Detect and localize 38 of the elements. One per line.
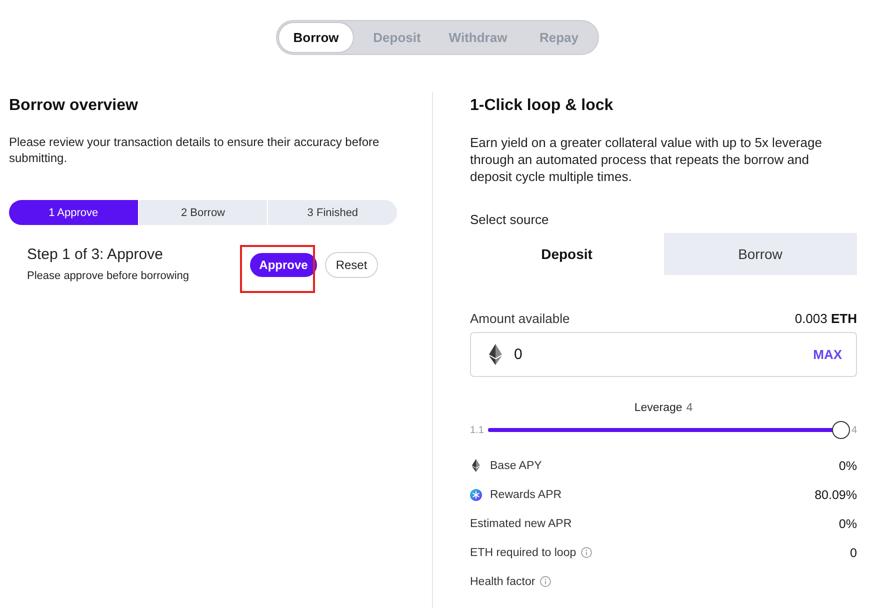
- stepper-step: 3 Finished: [267, 200, 397, 225]
- slider-min-label: 1.1: [470, 424, 484, 436]
- ethereum-icon: [472, 459, 480, 472]
- available-balance: 0.003 ETH: [794, 312, 857, 326]
- stepper-step: 2 Borrow: [138, 200, 268, 225]
- field-label: Select source: [470, 213, 550, 227]
- slider-thumb[interactable]: [832, 421, 850, 439]
- stat-label: Health factor: [470, 576, 536, 588]
- input-value: 0: [514, 346, 522, 363]
- step-hint: Please approve before borrowing: [27, 269, 190, 283]
- stat-value: 80.09%: [814, 488, 857, 502]
- max-button[interactable]: MAX: [813, 347, 842, 362]
- source-option[interactable]: Borrow: [664, 233, 857, 275]
- amount-input[interactable]: 0 MAX: [470, 332, 857, 377]
- stat-label: ETH required to loop: [470, 546, 576, 558]
- stat-value: 0%: [838, 458, 857, 472]
- approve-button[interactable]: Approve: [250, 253, 317, 277]
- slider-max-label: 4: [851, 424, 857, 436]
- ethereum-icon: [489, 344, 502, 365]
- description-text: Earn yield on a greater collateral value with up to 5x leverage through an automated process that repeats the borrow and deposit cycle multiple times.: [470, 134, 823, 185]
- field-label: Amount available: [470, 312, 570, 326]
- leverage-label: Leverage: [634, 402, 682, 415]
- reset-button[interactable]: Reset: [325, 252, 378, 278]
- section-heading: 1-Click loop & lock: [470, 96, 614, 116]
- stat-label: Estimated new APR: [470, 518, 572, 530]
- section-heading: Borrow overview: [9, 96, 139, 116]
- info-icon[interactable]: [540, 576, 552, 587]
- stat-label: Base APY: [490, 460, 542, 472]
- leverage-value: 4: [686, 402, 693, 415]
- stat-value: 0: [850, 546, 857, 560]
- info-icon[interactable]: [581, 547, 592, 558]
- description-text: Please review your transaction details to ensure their accuracy before submitting.: [9, 134, 380, 166]
- stat-value: 0%: [838, 516, 857, 530]
- mode-tab[interactable]: Borrow: [279, 23, 353, 52]
- stepper-step: 1 Approve: [9, 200, 138, 225]
- reward-token-icon: [470, 488, 482, 500]
- stat-label: Rewards APR: [490, 488, 562, 500]
- step-title: Step 1 of 3: Approve: [27, 245, 164, 265]
